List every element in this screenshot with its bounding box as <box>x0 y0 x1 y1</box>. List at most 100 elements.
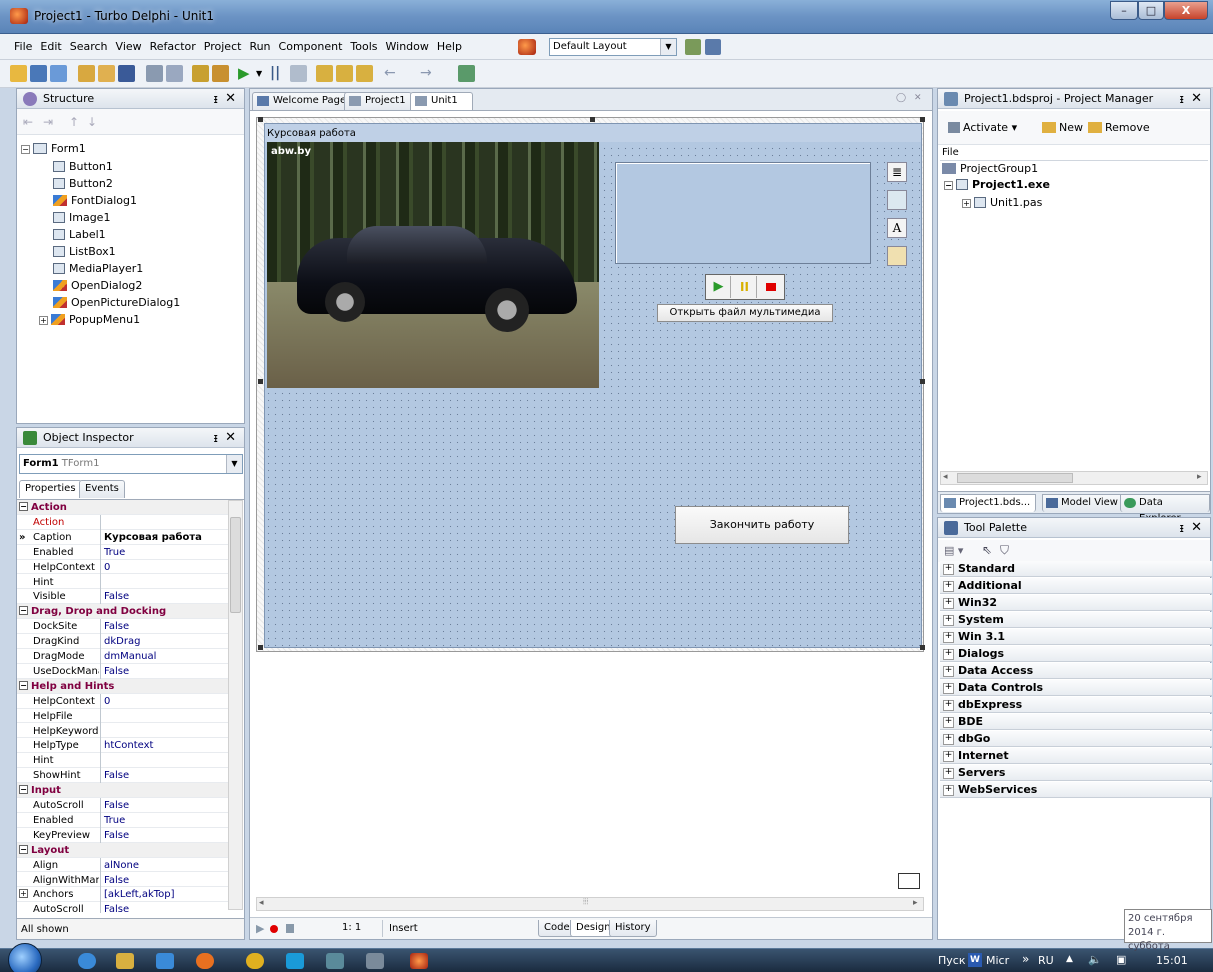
tree-item-opendialog2[interactable]: OpenDialog2 <box>53 278 142 294</box>
palette-category-win-3-1[interactable]: Win 3.1 <box>940 629 1212 645</box>
menu-project[interactable]: Project <box>200 34 246 60</box>
handle-tl[interactable] <box>258 117 263 122</box>
palette-category-internet[interactable]: Internet <box>940 748 1212 764</box>
property-row[interactable]: Align alNone <box>17 857 243 873</box>
tab-history[interactable]: History <box>609 920 657 937</box>
expand-icon[interactable]: + <box>19 889 28 899</box>
form-preview-icon[interactable] <box>898 873 920 889</box>
remove-file-icon[interactable] <box>212 65 229 82</box>
add-file-icon[interactable] <box>192 65 209 82</box>
component-selector[interactable]: Form1 TForm1 ▼ <box>19 454 243 474</box>
save-layout-icon[interactable] <box>685 39 701 55</box>
pin-icon[interactable]: ᵻ <box>1180 518 1184 538</box>
image1[interactable]: abw.by <box>267 142 599 388</box>
close-icon[interactable]: ✕ <box>225 428 236 448</box>
tree-item-fontdialog1[interactable]: FontDialog1 <box>53 193 137 209</box>
palette-category-dbexpress[interactable]: dbExpress <box>940 697 1212 713</box>
handle-bl[interactable] <box>258 645 263 650</box>
property-row[interactable]: HelpContext 0 <box>17 559 243 575</box>
property-row[interactable]: Enabled True <box>17 812 243 828</box>
scroll-left-icon[interactable]: ◂ <box>943 472 948 482</box>
play-icon[interactable]: ▶ <box>707 276 731 298</box>
property-row[interactable]: Hint <box>17 753 243 769</box>
menu-help[interactable]: Help <box>433 34 466 60</box>
property-value[interactable]: htContext <box>100 738 153 754</box>
overflow-icon[interactable]: » <box>1022 952 1029 966</box>
property-value[interactable]: dkDrag <box>100 634 140 650</box>
close-icon[interactable]: ✕ <box>225 89 236 109</box>
property-row[interactable]: AutoScroll False <box>17 798 243 813</box>
handle-br[interactable] <box>920 645 925 650</box>
scroll-thumb[interactable] <box>230 517 241 613</box>
tree-item-image1[interactable]: Image1 <box>53 210 110 226</box>
collapse-icon[interactable]: − <box>19 502 28 511</box>
project-exe[interactable]: − Project1.exe <box>944 177 1050 193</box>
start-button[interactable] <box>8 943 42 972</box>
tab-model-view[interactable]: Model View <box>1042 494 1124 512</box>
pause-icon[interactable]: II <box>733 276 757 298</box>
property-row[interactable]: KeyPreview False <box>17 827 243 843</box>
property-category[interactable]: − Drag, Drop and Docking <box>17 604 243 620</box>
collapse-icon[interactable]: − <box>21 145 30 154</box>
firefox-icon[interactable] <box>196 953 214 969</box>
palette-category-additional[interactable]: Additional <box>940 578 1212 594</box>
property-row[interactable]: HelpKeyword <box>17 723 243 739</box>
collapse-icon[interactable]: − <box>944 181 953 190</box>
collapse-icon[interactable]: − <box>19 844 28 854</box>
save-all-icon[interactable] <box>50 65 67 82</box>
categories-icon[interactable]: ▤ ▾ <box>944 544 963 557</box>
filter-icon[interactable]: ⛉ <box>1000 543 1009 558</box>
record-macro-icon[interactable] <box>270 925 278 933</box>
palette-category-webservices[interactable]: WebServices <box>940 782 1212 798</box>
volume-icon[interactable]: 🔈 <box>1088 953 1102 966</box>
property-value[interactable]: 0 <box>100 559 110 575</box>
pause-icon[interactable]: || <box>270 65 287 82</box>
menu-tools[interactable]: Tools <box>346 34 381 60</box>
property-row[interactable]: HelpContext 0 <box>17 693 243 709</box>
menu-search[interactable]: Search <box>66 34 112 60</box>
property-row[interactable]: + Anchors [akLeft,akTop] <box>17 887 243 903</box>
tree-root-form1[interactable]: − Form1 <box>21 141 86 157</box>
menu-run[interactable]: Run <box>245 34 274 60</box>
finish-button[interactable]: Закончить работу <box>675 506 849 544</box>
property-row[interactable]: Visible False <box>17 589 243 605</box>
ie-icon[interactable] <box>78 953 96 969</box>
scroll-left-icon[interactable]: ◂ <box>259 898 264 908</box>
run-to-cursor-icon[interactable] <box>356 65 373 82</box>
property-category[interactable]: − Input <box>17 783 243 798</box>
new-button[interactable]: New <box>1042 121 1083 134</box>
close-tab-icon[interactable]: ✕ <box>914 93 922 103</box>
collapse-icon[interactable]: − <box>19 606 28 616</box>
property-value[interactable]: Курсовая работа <box>100 529 202 545</box>
word-icon[interactable]: W <box>968 953 982 967</box>
tab-list-icon[interactable]: ◯ <box>896 93 906 103</box>
opendialog2-icon[interactable] <box>887 246 907 266</box>
menu-file[interactable]: File <box>10 34 36 60</box>
tab-data-explorer[interactable]: Data Explorer <box>1120 494 1210 524</box>
start-label[interactable]: Пуск <box>938 954 965 967</box>
tab-welcome-page[interactable]: Welcome Page <box>252 92 353 110</box>
media-player-icon[interactable] <box>156 953 174 969</box>
app-icon[interactable] <box>326 953 344 969</box>
menu-refactor[interactable]: Refactor <box>146 34 200 60</box>
property-value[interactable]: False <box>100 589 129 605</box>
mediaplayer1[interactable]: ▶ II <box>705 274 785 300</box>
expand-icon[interactable]: + <box>39 316 48 325</box>
palette-category-win32[interactable]: Win32 <box>940 595 1212 611</box>
property-row[interactable]: DragMode dmManual <box>17 649 243 664</box>
palette-category-data-controls[interactable]: Data Controls <box>940 680 1212 696</box>
menu-edit[interactable]: Edit <box>36 34 65 60</box>
collapse-icon[interactable]: − <box>19 680 28 690</box>
property-value[interactable]: False <box>100 768 129 784</box>
open-project-icon[interactable] <box>30 65 47 82</box>
property-row[interactable]: Hint <box>17 574 243 590</box>
property-value[interactable] <box>100 514 104 530</box>
language-indicator[interactable]: RU <box>1038 954 1054 967</box>
property-value[interactable] <box>100 753 104 769</box>
clock[interactable]: 15:01 <box>1156 954 1188 967</box>
fontdialog1-icon[interactable]: A <box>887 218 907 238</box>
property-value[interactable]: True <box>100 812 125 828</box>
palette-category-dbgo[interactable]: dbGo <box>940 731 1212 747</box>
menu-window[interactable]: Window <box>382 34 433 60</box>
trace-into-icon[interactable] <box>316 65 333 82</box>
